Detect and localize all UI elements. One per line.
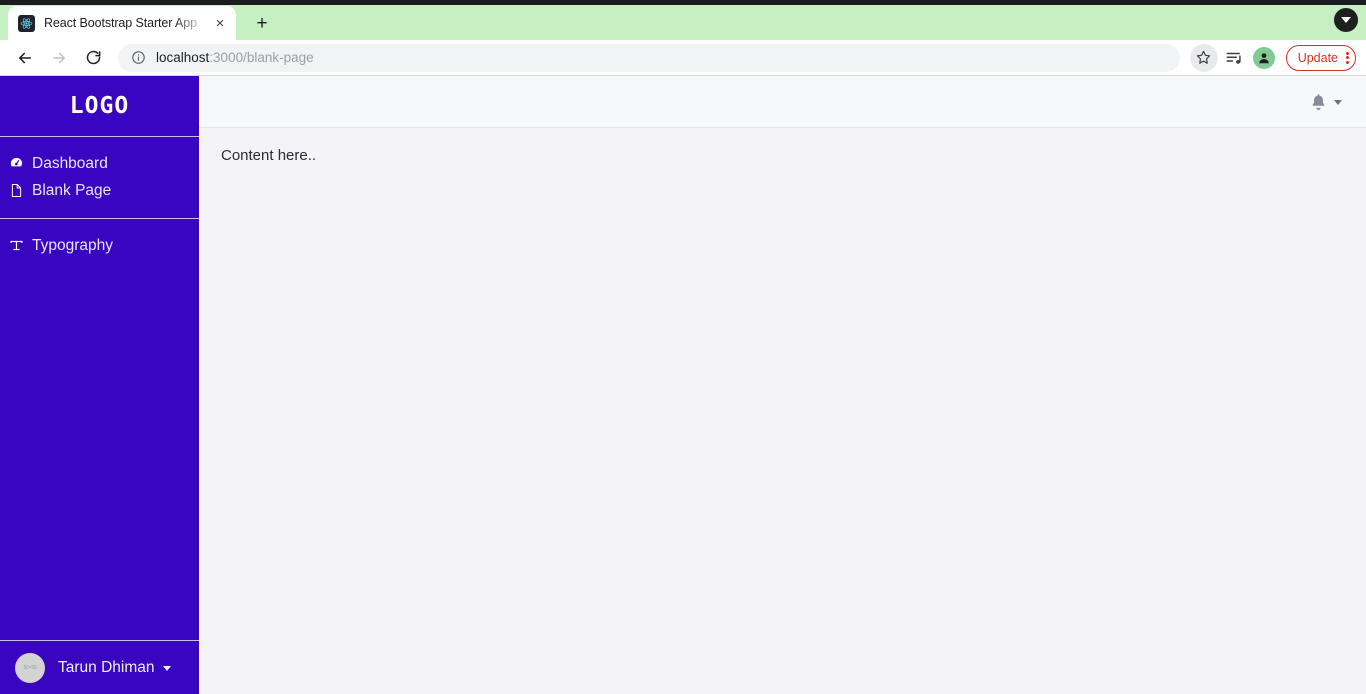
sidebar-brand[interactable]: LOGO (0, 76, 199, 137)
caret-down-icon (1334, 100, 1342, 105)
sidebar-item-label: Typography (32, 236, 113, 254)
reload-button[interactable] (78, 43, 108, 73)
browser-chrome: React Bootstrap Starter App × + localhos… (0, 0, 1366, 76)
type-icon (8, 238, 25, 253)
notifications-dropdown[interactable] (1310, 93, 1342, 110)
speedometer-icon (8, 156, 25, 171)
update-button-label: Update (1297, 50, 1338, 65)
sidebar-nav-group-secondary: Typography (0, 219, 199, 273)
sidebar-item-blank-page[interactable]: Blank Page (0, 177, 199, 204)
reading-list-icon[interactable] (1220, 44, 1248, 72)
address-bar-host: localhost (156, 50, 210, 65)
forward-button[interactable] (44, 43, 74, 73)
star-icon[interactable] (1189, 43, 1218, 72)
back-button[interactable] (10, 43, 40, 73)
topbar (199, 76, 1366, 128)
sidebar-item-label: Dashboard (32, 154, 108, 172)
file-earmark-icon (8, 183, 25, 198)
sidebar-item-typography[interactable]: Typography (0, 232, 199, 259)
caret-down-icon (162, 666, 171, 671)
main-area: Content here.. (199, 76, 1366, 694)
avatar: 50×50 (15, 652, 45, 683)
browser-tab-title: React Bootstrap Starter App (44, 16, 197, 30)
new-tab-button[interactable]: + (248, 9, 276, 37)
sidebar-item-label: Blank Page (32, 181, 112, 199)
update-button[interactable]: Update (1285, 44, 1356, 71)
address-bar-path: :3000/blank-page (209, 50, 314, 65)
close-icon[interactable]: × (210, 13, 230, 33)
bell-icon (1310, 93, 1327, 110)
person-icon (1252, 46, 1275, 69)
react-logo-icon (18, 14, 35, 32)
avatar-placeholder-text: 50×50 (23, 664, 37, 671)
app-root: LOGO Dashboard Blank Page Typography 50×… (0, 76, 1366, 694)
profile-button[interactable] (1250, 44, 1278, 72)
sidebar: LOGO Dashboard Blank Page Typography 50×… (0, 76, 199, 694)
browser-tab-strip: React Bootstrap Starter App × + (0, 0, 1366, 40)
sidebar-nav-group-primary: Dashboard Blank Page (0, 137, 199, 219)
content-text: Content here.. (221, 147, 317, 164)
address-bar-url: localhost:3000/blank-page (156, 50, 314, 65)
info-circle-icon[interactable] (130, 50, 146, 66)
user-name: Tarun Dhiman (58, 658, 155, 676)
browser-toolbar: localhost:3000/blank-page Update (0, 40, 1366, 76)
sidebar-item-dashboard[interactable]: Dashboard (0, 150, 199, 177)
address-bar[interactable]: localhost:3000/blank-page (118, 43, 1180, 72)
content-area: Content here.. (199, 128, 1366, 694)
caret-down-glyph (1341, 17, 1351, 23)
three-dots-vertical-icon[interactable] (1346, 51, 1349, 64)
browser-tab[interactable]: React Bootstrap Starter App × (8, 6, 236, 40)
sidebar-user-dropdown[interactable]: 50×50 Tarun Dhiman (0, 640, 199, 694)
logo-text: LOGO (69, 93, 130, 119)
chevron-down-circle-icon[interactable] (1334, 8, 1358, 32)
